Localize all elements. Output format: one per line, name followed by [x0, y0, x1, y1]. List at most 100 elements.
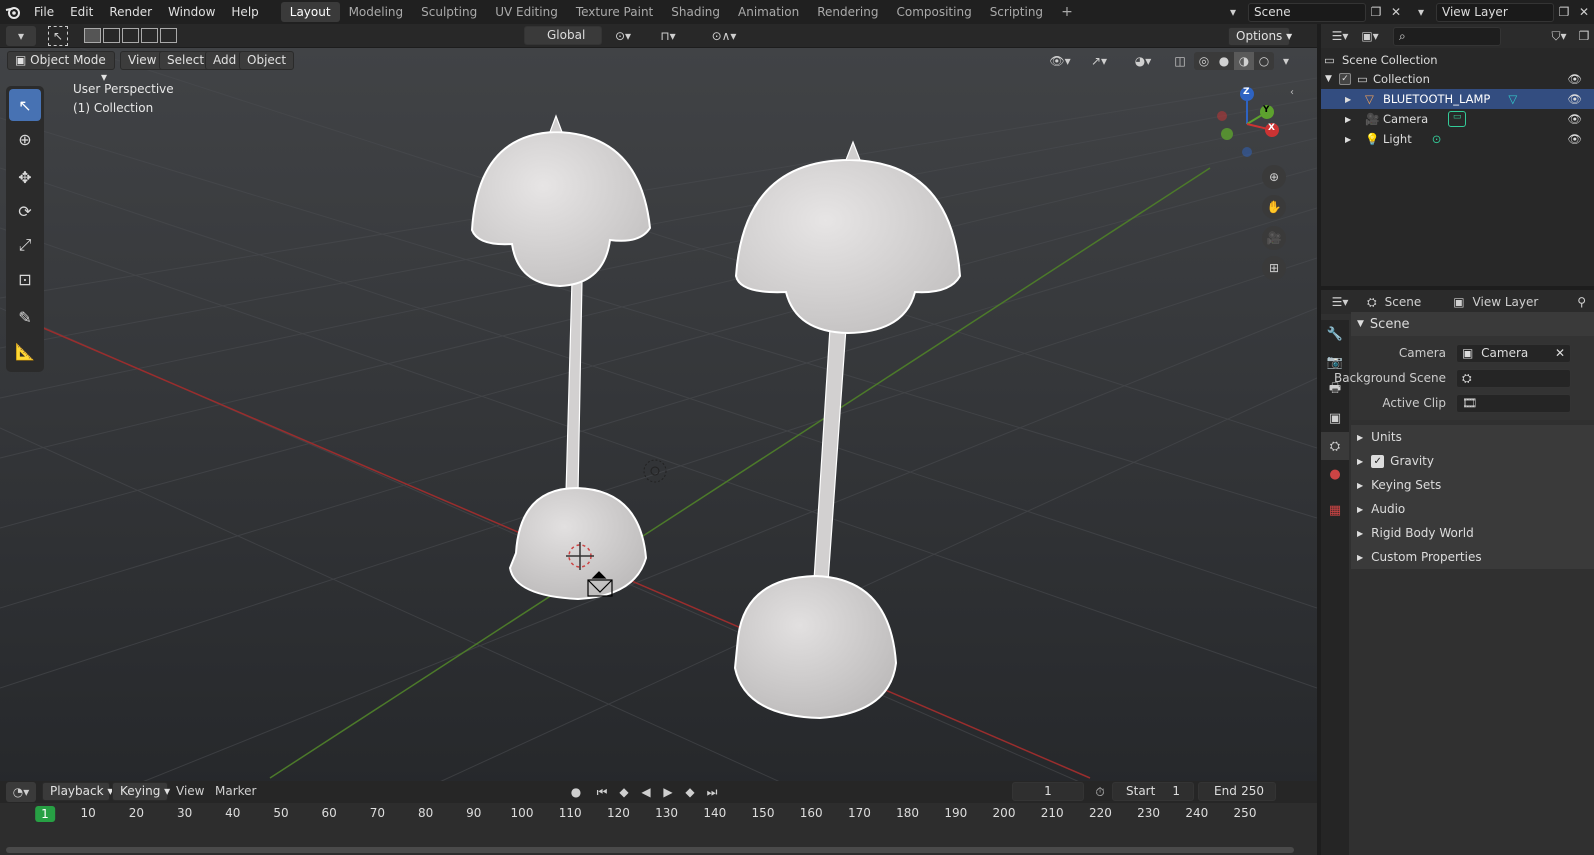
rendered-shading-icon[interactable]: ○ [1254, 52, 1274, 70]
mesh-data-icon[interactable]: ▽ [1508, 92, 1517, 106]
chevron-right-icon[interactable]: ▶ [1345, 115, 1359, 124]
active-clip-field[interactable]: 🎞 [1456, 394, 1571, 413]
solid-shading-icon[interactable]: ● [1214, 52, 1234, 70]
gravity-panel-header[interactable]: ▶ ✓ Gravity [1351, 449, 1594, 473]
jump-end-icon[interactable]: ⏭ [702, 782, 722, 802]
outliner-editor-type-icon[interactable]: ☰▾ [1325, 26, 1355, 46]
wireframe-shading-icon[interactable]: ◎ [1194, 52, 1214, 70]
pivot-point-icon[interactable]: ⊙▾ [608, 26, 638, 46]
properties-view-layer-label[interactable]: View Layer [1473, 295, 1539, 309]
play-reverse-icon[interactable]: ◀ [636, 782, 656, 802]
menu-render[interactable]: Render [101, 0, 160, 24]
menu-view[interactable]: View [120, 51, 165, 70]
sidebar-toggle-icon[interactable]: ‹ [1290, 87, 1298, 101]
frame-ruler[interactable]: 1 10 20 30 40 50 60 70 80 90 100 110 120 130 140 150 160… [0, 803, 1317, 855]
play-icon[interactable]: ▶ [658, 782, 678, 802]
outliner-scene-collection[interactable]: ▭ Scene Collection [1321, 50, 1594, 70]
display-mode-icon[interactable]: ▣▾ [1355, 26, 1385, 46]
visibility-filter-icon[interactable]: 👁▾ [1044, 51, 1076, 71]
gravity-checkbox[interactable]: ✓ [1371, 454, 1385, 468]
scale-tool[interactable]: ⤢ [9, 229, 41, 261]
new-scene-icon[interactable]: ❐ [1366, 2, 1386, 22]
annotate-tool[interactable]: ✎ [9, 301, 41, 333]
tab-compositing[interactable]: Compositing [887, 2, 980, 22]
new-view-layer-icon[interactable]: ❐ [1554, 2, 1574, 22]
world-tab-icon[interactable]: ● [1321, 460, 1349, 488]
start-frame-field[interactable]: Start 1 [1112, 782, 1194, 801]
view-layer-selector[interactable]: View Layer [1436, 2, 1554, 22]
properties-scene-label[interactable]: Scene [1385, 295, 1422, 309]
scene-icon[interactable]: ▾ [1218, 2, 1248, 22]
tab-uv-editing[interactable]: UV Editing [486, 2, 567, 22]
menu-object[interactable]: Object [239, 51, 295, 70]
tab-layout[interactable]: Layout [280, 2, 340, 22]
stopwatch-icon[interactable]: ⏱ [1090, 782, 1110, 802]
outliner-search-input[interactable]: ⌕ [1393, 26, 1501, 46]
view-layer-icon[interactable]: ▾ [1406, 2, 1436, 22]
add-workspace-button[interactable]: + [1052, 2, 1082, 22]
delete-view-layer-icon[interactable]: ✕ [1574, 2, 1594, 22]
menu-window[interactable]: Window [160, 0, 223, 24]
texture-tab-icon[interactable]: ▦ [1321, 496, 1349, 524]
playback-menu[interactable]: Playback ▾ [42, 782, 113, 801]
shading-options-icon[interactable]: ▾ [1276, 51, 1296, 71]
audio-panel-header[interactable]: ▶ Audio [1351, 497, 1594, 521]
tool-tab-icon[interactable]: 🔧 [1321, 320, 1349, 348]
select-box-tool[interactable]: ↖ [9, 89, 41, 121]
record-icon[interactable]: ● [566, 782, 586, 802]
collection-checkbox[interactable]: ✓ [1339, 73, 1351, 85]
prev-keyframe-icon[interactable]: ◆ [614, 782, 634, 802]
menu-help[interactable]: Help [223, 0, 266, 24]
camera-view-icon[interactable]: 🎥 [1262, 226, 1286, 250]
eye-icon[interactable]: 👁 [1567, 72, 1582, 86]
editor-type-icon[interactable]: ▾ [6, 26, 36, 46]
snap-icon[interactable]: ⊓▾ [644, 26, 692, 46]
camera-field[interactable]: ▣ Camera ✕ [1456, 344, 1571, 363]
delete-scene-icon[interactable]: ✕ [1386, 2, 1406, 22]
transform-orientation-dropdown[interactable]: Global [524, 26, 602, 45]
chevron-right-icon[interactable]: ▶ [1345, 95, 1359, 104]
rotate-tool[interactable]: ⟳ [9, 195, 41, 227]
tab-rendering[interactable]: Rendering [808, 2, 887, 22]
scene-selector[interactable]: Scene [1248, 2, 1366, 22]
3d-viewport[interactable] [0, 48, 1317, 791]
light-data-icon[interactable]: ⊙ [1432, 132, 1442, 146]
cursor-tool[interactable]: ⊕ [9, 123, 41, 155]
clear-field-icon[interactable]: ✕ [1555, 345, 1565, 362]
tab-scripting[interactable]: Scripting [981, 2, 1052, 22]
pan-hand-icon[interactable]: ✋ [1262, 195, 1286, 219]
menu-edit[interactable]: Edit [62, 0, 101, 24]
tab-animation[interactable]: Animation [729, 2, 808, 22]
menu-file[interactable]: File [26, 0, 62, 24]
chevron-down-icon[interactable]: ▼ [1325, 74, 1339, 84]
scrollbar[interactable] [6, 847, 1294, 853]
transform-tool[interactable]: ⊡ [9, 263, 41, 295]
zoom-icon[interactable]: ⊕ [1262, 165, 1286, 189]
background-scene-field[interactable]: ⛭ [1456, 369, 1571, 388]
options-dropdown[interactable]: Options ▾ [1228, 27, 1292, 46]
current-frame-field[interactable]: 1 [1012, 782, 1084, 801]
tab-texture-paint[interactable]: Texture Paint [567, 2, 662, 22]
properties-editor-type-icon[interactable]: ☰▾ [1325, 292, 1355, 312]
next-keyframe-icon[interactable]: ◆ [680, 782, 700, 802]
selection-mode-icons[interactable] [84, 28, 178, 45]
pin-icon[interactable]: ⚲ [1577, 295, 1586, 309]
filter-icon[interactable]: ⛉▾ [1544, 26, 1574, 46]
timeline-view-menu[interactable]: View [176, 784, 204, 798]
measure-tool[interactable]: 📐 [9, 335, 41, 367]
perspective-toggle-icon[interactable]: ⊞ [1262, 256, 1286, 280]
move-tool[interactable]: ✥ [9, 161, 41, 193]
tab-shading[interactable]: Shading [662, 2, 729, 22]
eye-icon[interactable]: 👁 [1567, 92, 1582, 106]
timeline-marker-menu[interactable]: Marker [215, 784, 256, 798]
rigid-body-world-panel-header[interactable]: ▶ Rigid Body World [1351, 521, 1594, 545]
select-box-tool-icon[interactable]: ↖ [48, 26, 68, 46]
units-panel-header[interactable]: ▶ Units [1351, 425, 1594, 449]
outliner-item-camera[interactable]: ▶ 🎥 Camera ▭ 👁 [1321, 109, 1594, 129]
custom-properties-panel-header[interactable]: ▶ Custom Properties [1351, 545, 1594, 569]
material-shading-icon[interactable]: ◑ [1234, 52, 1254, 70]
proportional-edit-icon[interactable]: ⊙∧▾ [700, 26, 748, 46]
jump-start-icon[interactable]: ⏮ [592, 782, 612, 802]
blender-logo-icon[interactable] [0, 0, 26, 24]
eye-icon[interactable]: 👁 [1567, 112, 1582, 126]
